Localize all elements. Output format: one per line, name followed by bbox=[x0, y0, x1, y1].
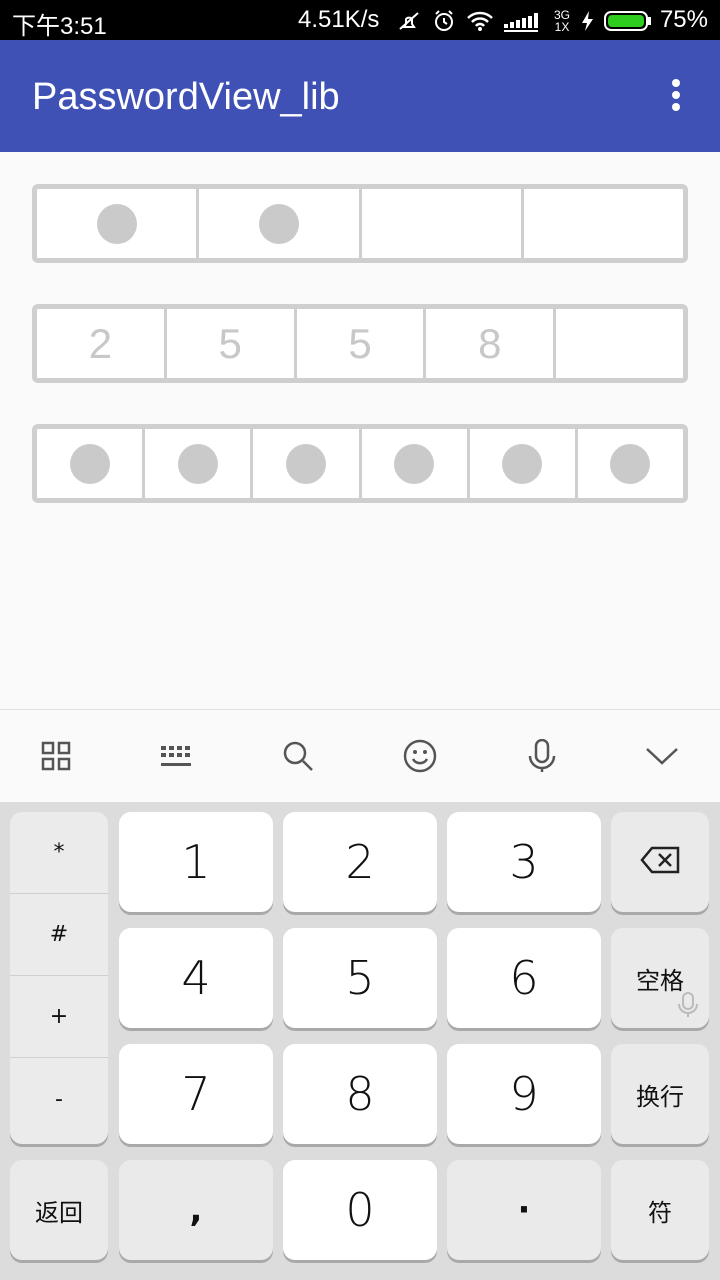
wifi-icon bbox=[466, 10, 494, 32]
app-title: PasswordView_lib bbox=[32, 76, 340, 118]
enter-button[interactable]: 换行 bbox=[611, 1044, 709, 1144]
back-button[interactable]: 返回 bbox=[10, 1160, 108, 1260]
symbol-column: * # + - bbox=[10, 812, 108, 1144]
battery-percent: 75% bbox=[659, 6, 708, 33]
password-cell bbox=[253, 429, 362, 498]
password-cell bbox=[362, 429, 470, 498]
app-bar: PasswordView_lib bbox=[0, 40, 720, 152]
password-dot bbox=[69, 443, 110, 484]
key-5[interactable]: 5 bbox=[283, 928, 437, 1028]
network-type: 3G 1X bbox=[554, 8, 571, 34]
key-2[interactable]: 2 bbox=[283, 812, 437, 912]
alarm-icon bbox=[432, 9, 456, 33]
status-bar: 下午3:51 4.51K/s 3G 1X 75% bbox=[0, 0, 720, 40]
password-dot bbox=[502, 443, 543, 484]
key-0[interactable]: 0 bbox=[283, 1160, 437, 1260]
key-dot[interactable]: · bbox=[447, 1160, 601, 1260]
password-digit: 8 bbox=[478, 319, 502, 367]
key-minus[interactable]: - bbox=[10, 1058, 108, 1140]
password-dot bbox=[96, 203, 137, 244]
symbol-button[interactable]: 符 bbox=[611, 1160, 709, 1260]
battery-icon bbox=[604, 10, 652, 32]
space-button[interactable]: 空格 bbox=[611, 928, 709, 1028]
status-time: 下午3:51 bbox=[12, 13, 107, 40]
key-4[interactable]: 4 bbox=[119, 928, 273, 1028]
password-cell bbox=[362, 189, 524, 258]
password-cell bbox=[578, 429, 683, 498]
password-view-6[interactable] bbox=[32, 424, 688, 503]
network-speed: 4.51K/s bbox=[298, 6, 380, 33]
key-comma[interactable]: , bbox=[119, 1160, 273, 1260]
password-cell bbox=[470, 429, 578, 498]
charging-icon bbox=[580, 10, 594, 32]
password-dot bbox=[610, 443, 651, 484]
password-cell bbox=[37, 189, 200, 258]
password-dot bbox=[177, 443, 218, 484]
key-9[interactable]: 9 bbox=[447, 1044, 601, 1144]
backspace-button[interactable] bbox=[611, 812, 709, 912]
keyboard-icon[interactable] bbox=[150, 730, 202, 782]
key-hash[interactable]: # bbox=[10, 894, 108, 976]
password-digit: 5 bbox=[218, 319, 242, 367]
password-cell: 5 bbox=[167, 309, 297, 378]
password-view-5[interactable]: 2 5 5 8 bbox=[32, 304, 688, 383]
key-plus[interactable]: + bbox=[10, 976, 108, 1058]
microphone-icon[interactable] bbox=[516, 730, 568, 782]
key-6[interactable]: 6 bbox=[447, 928, 601, 1028]
password-dot bbox=[285, 443, 326, 484]
microphone-icon bbox=[677, 992, 699, 1022]
more-vert-icon[interactable] bbox=[660, 76, 692, 116]
password-digit: 5 bbox=[348, 319, 372, 367]
password-cell bbox=[556, 309, 683, 378]
password-cell bbox=[145, 429, 254, 498]
password-cell bbox=[37, 429, 146, 498]
password-cell: 5 bbox=[297, 309, 427, 378]
emoji-icon[interactable] bbox=[394, 730, 446, 782]
grid-menu-icon[interactable] bbox=[30, 730, 82, 782]
key-3[interactable]: 3 bbox=[447, 812, 601, 912]
search-icon[interactable] bbox=[272, 730, 324, 782]
chevron-down-icon[interactable] bbox=[636, 730, 688, 782]
password-dot bbox=[394, 443, 435, 484]
key-1[interactable]: 1 bbox=[119, 812, 273, 912]
key-asterisk[interactable]: * bbox=[10, 812, 108, 894]
status-icons: 3G 1X bbox=[396, 8, 652, 34]
password-digit: 2 bbox=[88, 319, 113, 367]
mute-vibrate-icon bbox=[396, 9, 422, 33]
key-7[interactable]: 7 bbox=[119, 1044, 273, 1144]
password-cell bbox=[199, 189, 362, 258]
signal-icon bbox=[504, 10, 544, 32]
keyboard-toolbar bbox=[0, 709, 720, 802]
numeric-keyboard: * # + - 1 2 3 4 5 6 空格 7 8 9 换行 返回 , 0 ·… bbox=[0, 802, 720, 1280]
password-cell: 2 bbox=[37, 309, 167, 378]
password-dot bbox=[258, 203, 299, 244]
password-cell: 8 bbox=[426, 309, 557, 378]
backspace-icon bbox=[640, 846, 680, 878]
password-cell bbox=[524, 189, 683, 258]
key-8[interactable]: 8 bbox=[283, 1044, 437, 1144]
password-view-4[interactable] bbox=[32, 184, 688, 263]
